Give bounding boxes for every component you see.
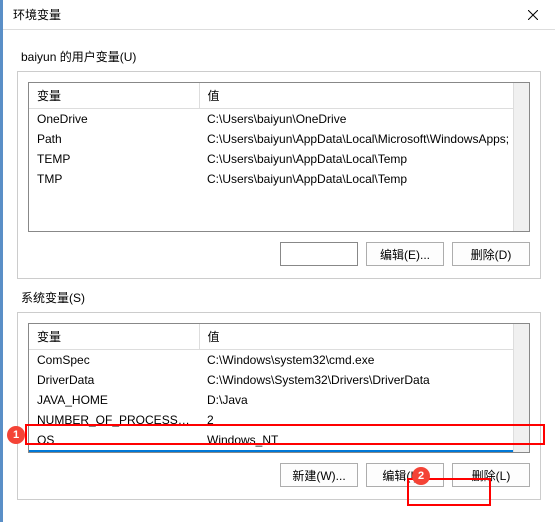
titlebar: 环境变量 xyxy=(3,0,555,30)
user-vars-table-wrap: 变量 值 OneDriveC:\Users\baiyun\OneDrivePat… xyxy=(28,82,530,232)
user-vars-label: baiyun 的用户变量(U) xyxy=(21,48,537,65)
sys-col-value[interactable]: 值 xyxy=(199,324,529,350)
cell-var-value: D:\Java xyxy=(199,390,529,410)
cell-var-value: C:\Windows\system32\cmd.exe xyxy=(199,350,529,371)
sys-new-button[interactable]: 新建(W)... xyxy=(280,463,358,487)
user-vars-table[interactable]: 变量 值 OneDriveC:\Users\baiyun\OneDrivePat… xyxy=(29,83,529,189)
cell-var-value: C:\Windows\System32\Drivers\DriverData xyxy=(199,370,529,390)
sys-scrollbar[interactable] xyxy=(513,324,529,452)
cell-var-value: C:\Users\baiyun\AppData\Local\Microsoft\… xyxy=(199,129,529,149)
dialog-content: baiyun 的用户变量(U) 变量 值 OneDriveC:\Users\ba… xyxy=(3,30,555,518)
cell-var-value: C:\Program Files (x86)\Common Files\Orac… xyxy=(199,450,529,453)
cell-var-name: TEMP xyxy=(29,149,199,169)
user-col-value[interactable]: 值 xyxy=(199,83,529,109)
cell-var-name: DriverData xyxy=(29,370,199,390)
cell-var-value: 2 xyxy=(199,410,529,430)
user-delete-button[interactable]: 删除(D) xyxy=(452,242,530,266)
annotation-badge-1: 1 xyxy=(7,426,25,444)
cell-var-name: ComSpec xyxy=(29,350,199,371)
table-row[interactable]: JAVA_HOMED:\Java xyxy=(29,390,529,410)
sys-delete-button[interactable]: 删除(L) xyxy=(452,463,530,487)
close-button[interactable] xyxy=(510,0,555,30)
close-icon xyxy=(528,10,538,20)
cell-var-value: Windows_NT xyxy=(199,430,529,450)
table-row[interactable]: ComSpecC:\Windows\system32\cmd.exe xyxy=(29,350,529,371)
user-col-name[interactable]: 变量 xyxy=(29,83,199,109)
table-row[interactable]: PathC:\Program Files (x86)\Common Files\… xyxy=(29,450,529,453)
table-row[interactable]: NUMBER_OF_PROCESSORS2 xyxy=(29,410,529,430)
table-row[interactable]: TMPC:\Users\baiyun\AppData\Local\Temp xyxy=(29,169,529,189)
sys-col-name[interactable]: 变量 xyxy=(29,324,199,350)
user-vars-group: 变量 值 OneDriveC:\Users\baiyun\OneDrivePat… xyxy=(17,71,541,279)
sys-vars-label: 系统变量(S) xyxy=(21,289,537,306)
cell-var-name: NUMBER_OF_PROCESSORS xyxy=(29,410,199,430)
cell-var-name: OneDrive xyxy=(29,109,199,130)
user-edit-button[interactable]: 编辑(E)... xyxy=(366,242,444,266)
annotation-badge-2: 2 xyxy=(412,467,430,485)
user-scrollbar[interactable] xyxy=(513,83,529,231)
user-button-row: 编辑(E)... 删除(D) xyxy=(28,242,530,266)
user-new-input[interactable] xyxy=(280,242,358,266)
sys-button-row: 新建(W)... 编辑(I)... 删除(L) xyxy=(28,463,530,487)
cell-var-name: Path xyxy=(29,129,199,149)
sys-vars-table[interactable]: 变量 值 ComSpecC:\Windows\system32\cmd.exeD… xyxy=(29,324,529,453)
cell-var-value: C:\Users\baiyun\OneDrive xyxy=(199,109,529,130)
cell-var-name: Path xyxy=(29,450,199,453)
cell-var-value: C:\Users\baiyun\AppData\Local\Temp xyxy=(199,169,529,189)
cell-var-name: OS xyxy=(29,430,199,450)
table-row[interactable]: DriverDataC:\Windows\System32\Drivers\Dr… xyxy=(29,370,529,390)
sys-vars-group: 变量 值 ComSpecC:\Windows\system32\cmd.exeD… xyxy=(17,312,541,500)
window-title: 环境变量 xyxy=(13,6,61,23)
cell-var-name: JAVA_HOME xyxy=(29,390,199,410)
table-row[interactable]: PathC:\Users\baiyun\AppData\Local\Micros… xyxy=(29,129,529,149)
cell-var-name: TMP xyxy=(29,169,199,189)
sys-edit-button[interactable]: 编辑(I)... xyxy=(366,463,444,487)
table-row[interactable]: TEMPC:\Users\baiyun\AppData\Local\Temp xyxy=(29,149,529,169)
table-row[interactable]: OneDriveC:\Users\baiyun\OneDrive xyxy=(29,109,529,130)
sys-vars-table-wrap: 变量 值 ComSpecC:\Windows\system32\cmd.exeD… xyxy=(28,323,530,453)
table-row[interactable]: OSWindows_NT xyxy=(29,430,529,450)
cell-var-value: C:\Users\baiyun\AppData\Local\Temp xyxy=(199,149,529,169)
